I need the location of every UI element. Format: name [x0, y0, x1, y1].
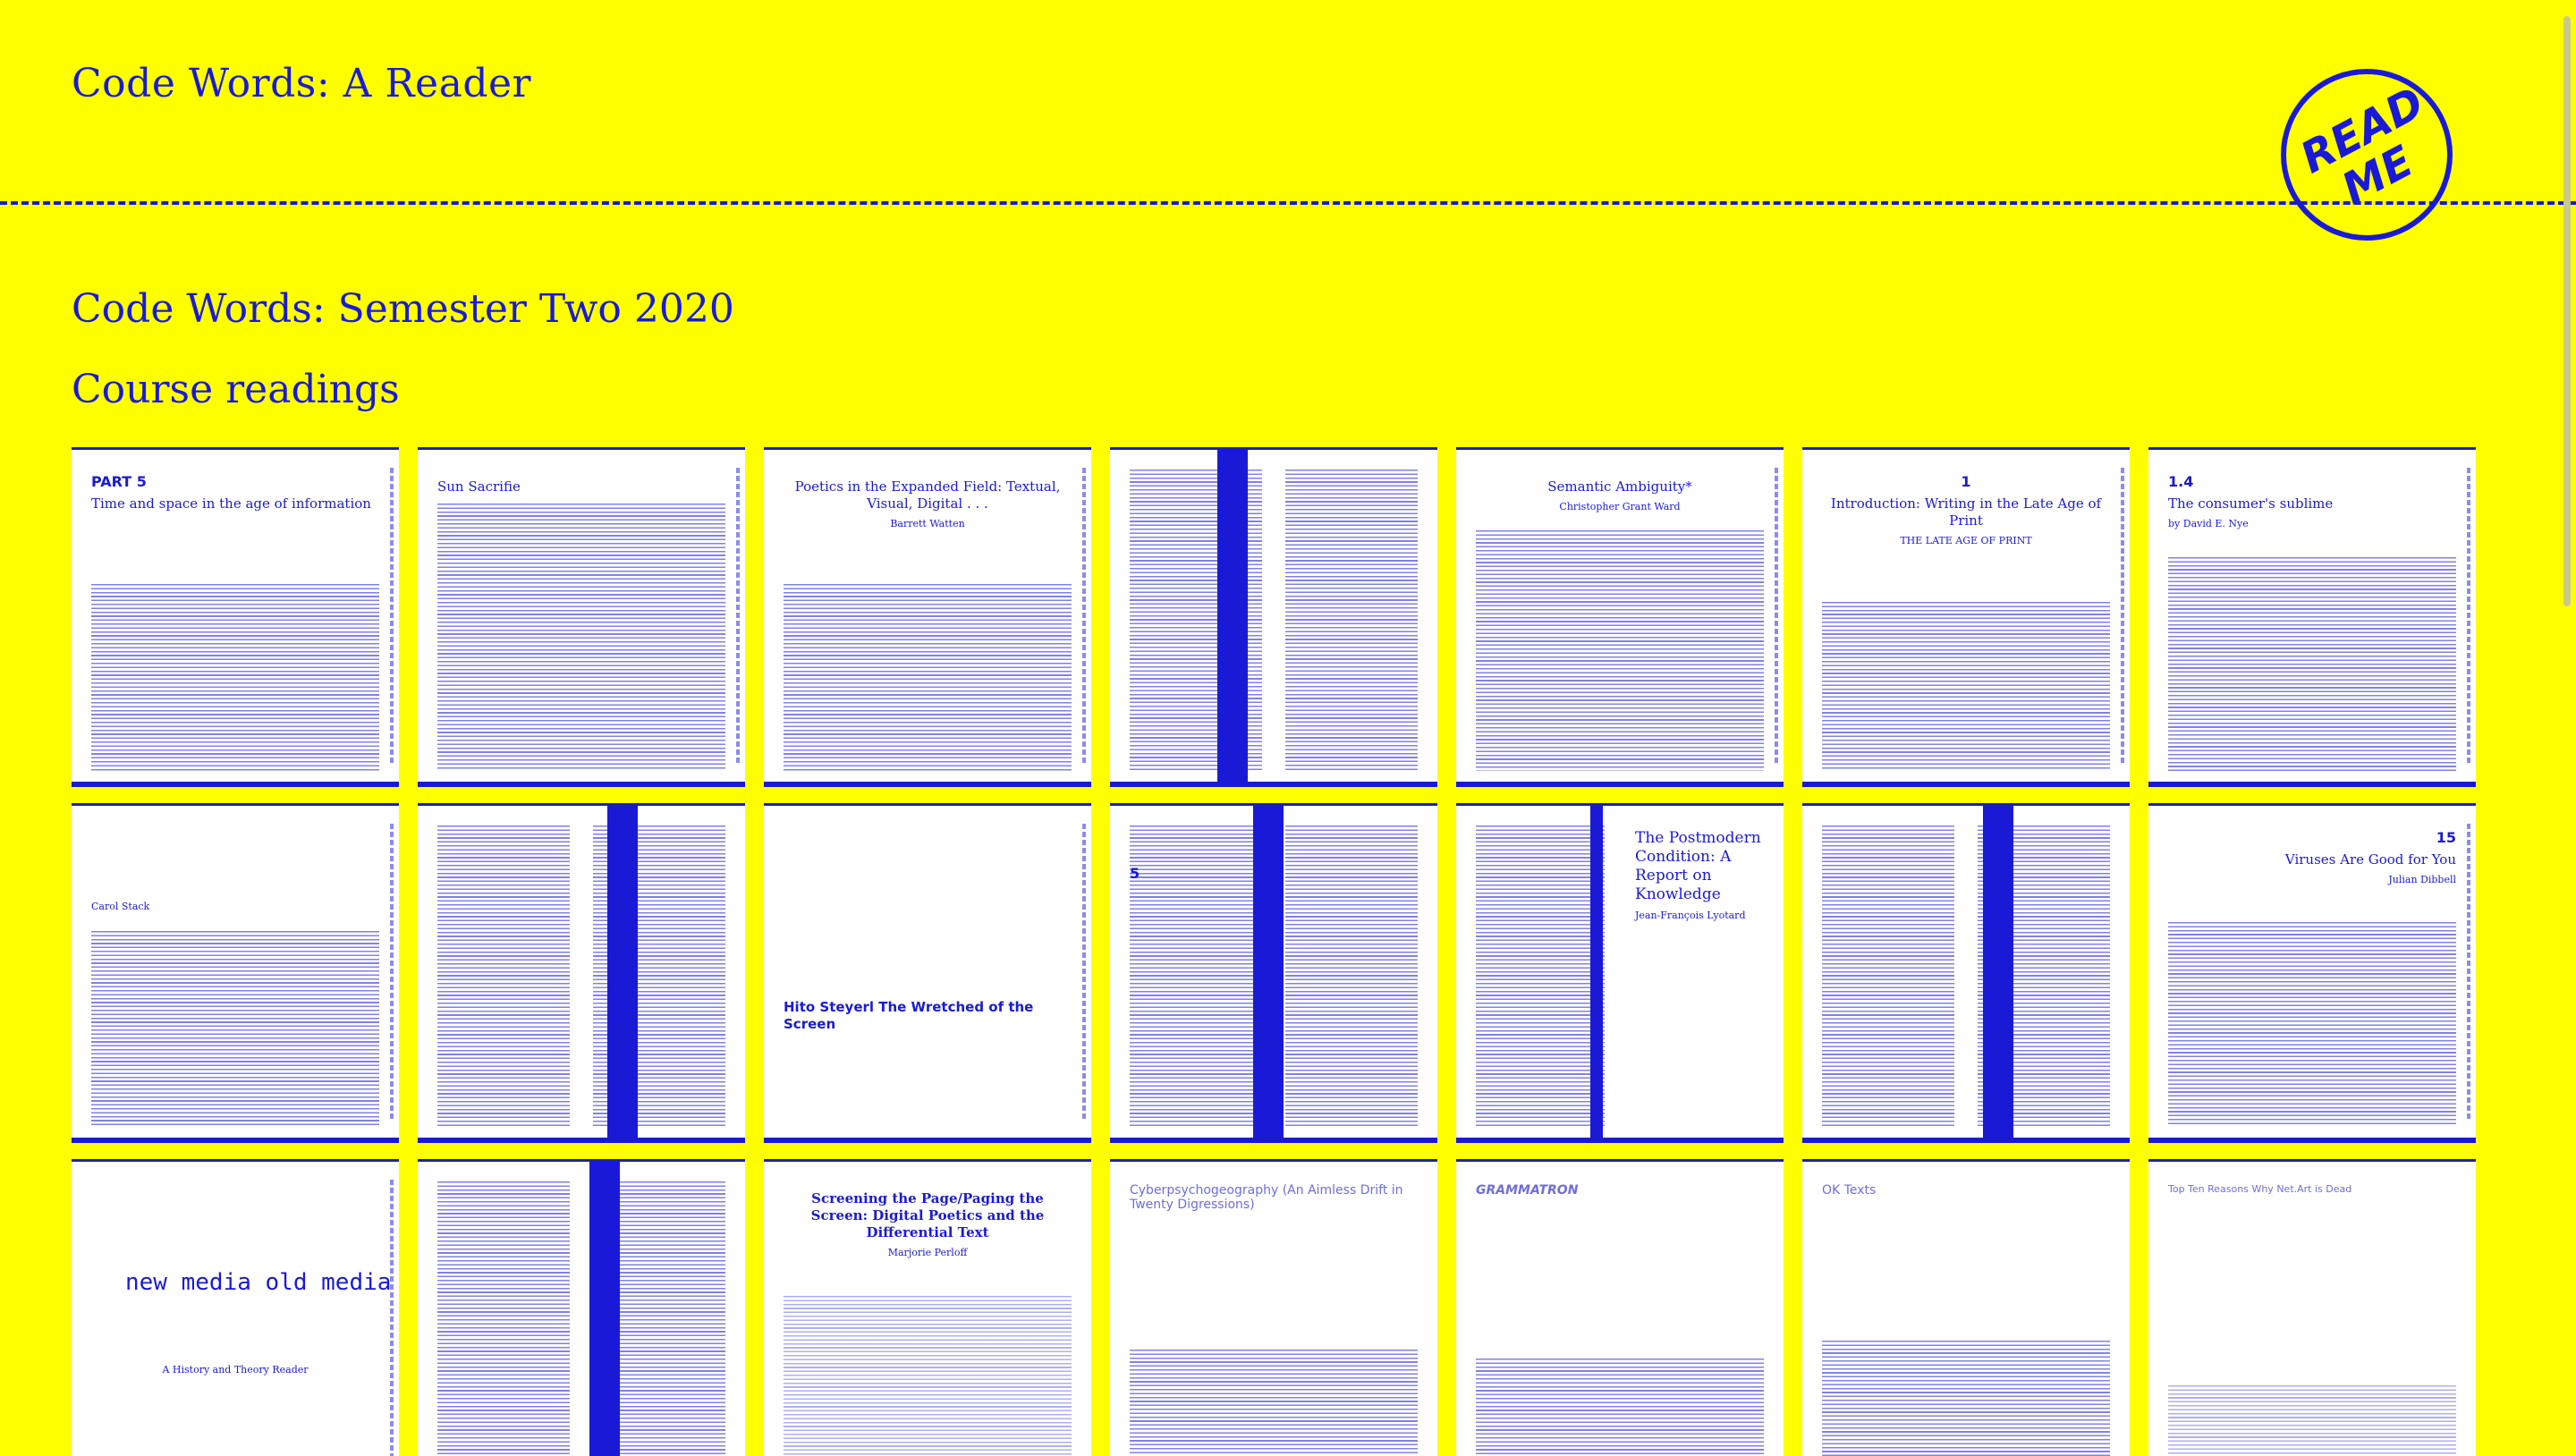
reading-title: Screening the Page/Paging the Screen: Di… — [810, 1190, 1045, 1240]
reading-kicker: 15 — [2436, 829, 2456, 846]
reading-page-text — [437, 1181, 725, 1456]
new-media-old-media-logo: new media old media — [125, 1269, 391, 1296]
reading-page-margin — [390, 468, 394, 764]
reading-card[interactable] — [1802, 803, 2130, 1143]
page-scrollbar[interactable] — [2563, 16, 2571, 606]
reading-card[interactable]: Poetics in the Expanded Field: Textual, … — [764, 447, 1091, 787]
reading-card[interactable]: Screening the Page/Paging the Screen: Di… — [764, 1159, 1091, 1456]
reading-page-text — [1476, 825, 1605, 1127]
reading-author: Barrett Watten — [890, 518, 965, 529]
reading-page-text — [1476, 1359, 1764, 1456]
reading-card[interactable]: Sun Sacrifie — [418, 447, 745, 787]
reading-page-margin — [1082, 468, 1086, 764]
reading-page-margin — [2121, 468, 2124, 764]
reading-author: Carol Stack — [91, 901, 150, 912]
reading-title: Cyberpsychogeography (An Aimless Drift i… — [1130, 1183, 1403, 1212]
reading-kicker: PART 5 — [91, 473, 147, 490]
read-me-badge[interactable]: READ ME — [2281, 69, 2453, 241]
reading-card[interactable] — [1110, 447, 1437, 787]
reading-title: Semantic Ambiguity* — [1547, 478, 1692, 495]
reading-title: new media old media — [125, 1269, 392, 1296]
reading-page-margin — [736, 468, 740, 764]
reading-card[interactable]: Top Ten Reasons Why Net.Art is Dead — [2148, 1159, 2476, 1456]
reading-card[interactable]: 1 Introduction: Writing in the Late Age … — [1802, 447, 2130, 787]
reading-page-margin — [390, 824, 394, 1120]
reading-author: Jean-François Lyotard — [1635, 910, 1746, 921]
reading-page-text — [1130, 1350, 1418, 1456]
reading-card[interactable] — [418, 803, 745, 1143]
reading-card[interactable]: PART 5 Time and space in the age of info… — [72, 447, 399, 787]
book-spine — [1590, 806, 1603, 1138]
reading-title: The Postmodern Condition: A Report on Kn… — [1635, 829, 1761, 903]
reading-subtitle: A History and Theory Reader — [162, 1364, 309, 1376]
reading-author: Christopher Grant Ward — [1559, 501, 1681, 512]
reading-page-margin — [1775, 468, 1778, 764]
book-spine — [1217, 450, 1248, 782]
reading-card[interactable] — [418, 1159, 745, 1456]
reading-title: Viruses Are Good for You — [2284, 851, 2456, 868]
reading-card[interactable]: 1.4 The consumer's sublime by David E. N… — [2148, 447, 2476, 787]
reading-page-text — [437, 825, 725, 1127]
reading-card[interactable]: GRAMMATRON — [1456, 1159, 1784, 1456]
reading-title: Time and space in the age of information — [91, 495, 371, 512]
reading-author: Julian Dibbell — [2388, 874, 2456, 885]
reading-card[interactable]: new media old media A History and Theory… — [72, 1159, 399, 1456]
reading-title: Hito Steyerl The Wretched of the Screen — [784, 999, 1034, 1032]
reading-card[interactable]: OK Texts — [1802, 1159, 2130, 1456]
reading-title: Poetics in the Expanded Field: Textual, … — [794, 478, 1061, 512]
site-title[interactable]: Code Words: A Reader — [72, 61, 531, 106]
reading-title: Introduction: Writing in the Late Age of… — [1830, 495, 2102, 529]
reading-kicker: 1 — [1961, 473, 1971, 490]
reading-page-text — [2168, 557, 2456, 771]
reading-page-margin — [1082, 824, 1086, 1120]
reading-title: OK Texts — [1822, 1183, 1877, 1198]
dashed-divider — [0, 201, 2576, 205]
reading-card[interactable]: Hito Steyerl The Wretched of the Screen — [764, 803, 1091, 1143]
reading-page-margin — [2467, 468, 2470, 764]
reading-author: by David E. Nye — [2168, 518, 2249, 529]
reading-card[interactable]: 15 Viruses Are Good for You Julian Dibbe… — [2148, 803, 2476, 1143]
reading-page-text — [91, 584, 379, 771]
section-title: Course readings — [72, 367, 400, 412]
semester-title: Code Words: Semester Two 2020 — [72, 286, 734, 332]
reading-card[interactable]: Cyberpsychogeography (An Aimless Drift i… — [1110, 1159, 1437, 1456]
reading-title: The consumer's sublime — [2168, 495, 2334, 512]
reading-title: GRAMMATRON — [1476, 1183, 1579, 1198]
reading-page-text — [1130, 470, 1418, 771]
reading-section: THE LATE AGE OF PRINT — [1900, 535, 2032, 546]
book-spine — [607, 806, 638, 1138]
reading-page-text — [784, 584, 1072, 771]
reading-page-margin — [390, 1180, 394, 1456]
reading-card[interactable]: 5 — [1110, 803, 1437, 1143]
reading-page-text — [437, 504, 725, 771]
reading-page-margin — [2467, 824, 2470, 1120]
reading-page-text — [1476, 530, 1764, 771]
reading-page-text — [1822, 825, 2110, 1127]
reading-page-text — [1822, 602, 2110, 771]
reading-card[interactable]: The Postmodern Condition: A Report on Kn… — [1456, 803, 1784, 1143]
reading-card[interactable]: Carol Stack — [72, 803, 399, 1143]
reading-page-text — [1822, 1341, 2110, 1456]
reading-page-text — [784, 1296, 1072, 1456]
reading-page-text — [91, 931, 379, 1127]
book-spine — [1983, 806, 2013, 1138]
readings-grid: PART 5 Time and space in the age of info… — [72, 447, 2479, 1456]
reading-page-text — [2168, 922, 2456, 1127]
reading-title: Sun Sacrifie — [437, 478, 521, 495]
reading-card[interactable]: Semantic Ambiguity* Christopher Grant Wa… — [1456, 447, 1784, 787]
reading-title: Top Ten Reasons Why Net.Art is Dead — [2168, 1183, 2352, 1195]
book-spine — [589, 1162, 620, 1456]
reading-page-text — [2168, 1385, 2456, 1456]
book-spine — [1253, 806, 1284, 1138]
reading-kicker: 1.4 — [2168, 473, 2194, 490]
reading-author: Marjorie Perloff — [887, 1247, 968, 1258]
